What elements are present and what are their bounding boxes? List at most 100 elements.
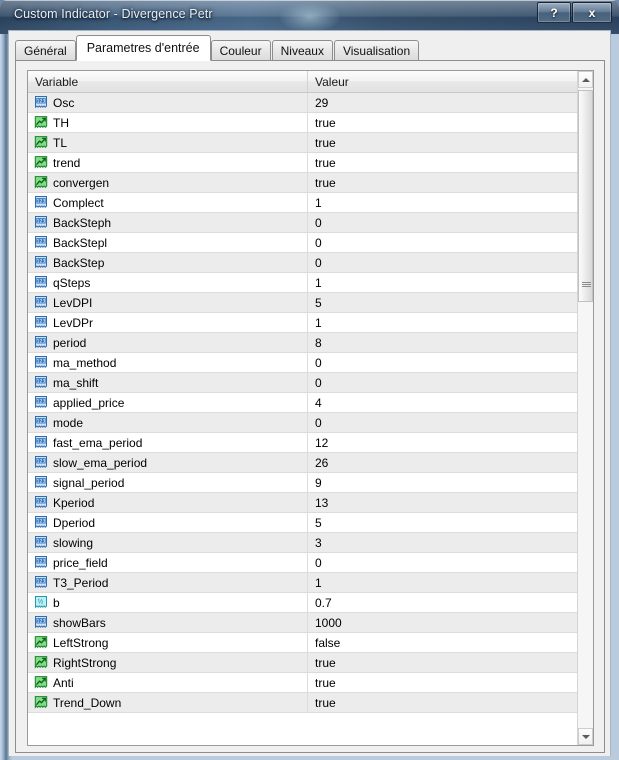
cell-value[interactable]: true — [308, 673, 579, 693]
cell-variable[interactable]: 123showBars — [28, 613, 308, 633]
table-row[interactable]: 123BackStep0 — [28, 253, 579, 273]
table-row[interactable]: 123LevDPr1 — [28, 313, 579, 333]
cell-variable[interactable]: 123BackStep — [28, 253, 308, 273]
tab-1[interactable]: Parametres d'entrée — [76, 35, 211, 61]
cell-value[interactable]: 0 — [308, 253, 579, 273]
table-row[interactable]: 123BackSteph0 — [28, 213, 579, 233]
cell-variable[interactable]: Trend_Down — [28, 693, 308, 713]
cell-value[interactable]: 5 — [308, 513, 579, 533]
vertical-scrollbar[interactable] — [577, 71, 593, 745]
cell-value[interactable]: true — [308, 693, 579, 713]
cell-variable[interactable]: 123signal_period — [28, 473, 308, 493]
table-row[interactable]: 123ma_shift0 — [28, 373, 579, 393]
cell-variable[interactable]: 123Dperiod — [28, 513, 308, 533]
table-row[interactable]: 123LevDPI5 — [28, 293, 579, 313]
cell-variable[interactable]: 123LevDPr — [28, 313, 308, 333]
tab-0[interactable]: Général — [15, 40, 76, 61]
cell-value[interactable]: 0.7 — [308, 593, 579, 613]
table-row[interactable]: 123applied_price4 — [28, 393, 579, 413]
cell-value[interactable]: true — [308, 153, 579, 173]
cell-variable[interactable]: 123fast_ema_period — [28, 433, 308, 453]
cell-value[interactable]: 26 — [308, 453, 579, 473]
table-row[interactable]: 123Kperiod13 — [28, 493, 579, 513]
table-row[interactable]: Trend_Downtrue — [28, 693, 579, 713]
cell-variable[interactable]: 123slow_ema_period — [28, 453, 308, 473]
cell-variable[interactable]: 123ma_shift — [28, 373, 308, 393]
cell-value[interactable]: 12 — [308, 433, 579, 453]
table-row[interactable]: 123price_field0 — [28, 553, 579, 573]
cell-value[interactable]: 8 — [308, 333, 579, 353]
cell-value[interactable]: 1 — [308, 313, 579, 333]
table-row[interactable]: 123signal_period9 — [28, 473, 579, 493]
cell-value[interactable]: 1 — [308, 193, 579, 213]
table-row[interactable]: 123showBars1000 — [28, 613, 579, 633]
cell-value[interactable]: true — [308, 653, 579, 673]
cell-value[interactable]: 1 — [308, 273, 579, 293]
table-row[interactable]: 123qSteps1 — [28, 273, 579, 293]
cell-variable[interactable]: 123period — [28, 333, 308, 353]
table-row[interactable]: 123mode0 — [28, 413, 579, 433]
cell-value[interactable]: 0 — [308, 353, 579, 373]
column-header-value[interactable]: Valeur — [308, 71, 593, 92]
cell-variable[interactable]: 123mode — [28, 413, 308, 433]
table-row[interactable]: 123slow_ema_period26 — [28, 453, 579, 473]
cell-value[interactable]: 0 — [308, 233, 579, 253]
cell-variable[interactable]: convergen — [28, 173, 308, 193]
table-row[interactable]: trendtrue — [28, 153, 579, 173]
table-row[interactable]: convergentrue — [28, 173, 579, 193]
cell-variable[interactable]: 123ma_method — [28, 353, 308, 373]
cell-variable[interactable]: 123applied_price — [28, 393, 308, 413]
cell-variable[interactable]: 123Osc — [28, 93, 308, 113]
cell-value[interactable]: 1000 — [308, 613, 579, 633]
table-row[interactable]: RightStrongtrue — [28, 653, 579, 673]
column-header-variable[interactable]: Variable — [28, 71, 308, 92]
table-row[interactable]: 123BackStepl0 — [28, 233, 579, 253]
scroll-down-button[interactable] — [578, 728, 593, 745]
table-row[interactable]: LeftStrongfalse — [28, 633, 579, 653]
cell-variable[interactable]: 123Kperiod — [28, 493, 308, 513]
cell-value[interactable]: 13 — [308, 493, 579, 513]
title-bar[interactable]: Custom Indicator - Divergence Petr ? x — [0, 0, 619, 34]
cell-variable[interactable]: 123Complect — [28, 193, 308, 213]
table-row[interactable]: Antitrue — [28, 673, 579, 693]
cell-variable[interactable]: TL — [28, 133, 308, 153]
cell-variable[interactable]: RightStrong — [28, 653, 308, 673]
cell-value[interactable]: 3 — [308, 533, 579, 553]
cell-value[interactable]: 1 — [308, 573, 579, 593]
cell-value[interactable]: 29 — [308, 93, 579, 113]
cell-variable[interactable]: 123LevDPI — [28, 293, 308, 313]
cell-variable[interactable]: trend — [28, 153, 308, 173]
scroll-up-button[interactable] — [578, 71, 593, 88]
table-row[interactable]: 123Osc29 — [28, 93, 579, 113]
cell-value[interactable]: 0 — [308, 413, 579, 433]
cell-value[interactable]: false — [308, 633, 579, 653]
cell-value[interactable]: 9 — [308, 473, 579, 493]
cell-variable[interactable]: Anti — [28, 673, 308, 693]
cell-variable[interactable]: TH — [28, 113, 308, 133]
cell-value[interactable]: true — [308, 133, 579, 153]
cell-variable[interactable]: ½b — [28, 593, 308, 613]
cell-value[interactable]: 5 — [308, 293, 579, 313]
cell-variable[interactable]: 123BackSteph — [28, 213, 308, 233]
table-row[interactable]: ½b0.7 — [28, 593, 579, 613]
table-row[interactable]: 123ma_method0 — [28, 353, 579, 373]
table-row[interactable]: 123Dperiod5 — [28, 513, 579, 533]
table-row[interactable]: TLtrue — [28, 133, 579, 153]
cell-variable[interactable]: 123BackStepl — [28, 233, 308, 253]
cell-variable[interactable]: LeftStrong — [28, 633, 308, 653]
cell-variable[interactable]: 123T3_Period — [28, 573, 308, 593]
cell-value[interactable]: true — [308, 113, 579, 133]
table-row[interactable]: 123period8 — [28, 333, 579, 353]
table-row[interactable]: 123Complect1 — [28, 193, 579, 213]
cell-value[interactable]: true — [308, 173, 579, 193]
cell-value[interactable]: 4 — [308, 393, 579, 413]
cell-value[interactable]: 0 — [308, 213, 579, 233]
cell-variable[interactable]: 123price_field — [28, 553, 308, 573]
help-button[interactable]: ? — [537, 2, 571, 23]
table-row[interactable]: 123T3_Period1 — [28, 573, 579, 593]
tab-4[interactable]: Visualisation — [334, 40, 419, 61]
scrollbar-thumb[interactable] — [578, 90, 593, 302]
cell-variable[interactable]: 123slowing — [28, 533, 308, 553]
cell-value[interactable]: 0 — [308, 373, 579, 393]
tab-2[interactable]: Couleur — [211, 40, 271, 61]
